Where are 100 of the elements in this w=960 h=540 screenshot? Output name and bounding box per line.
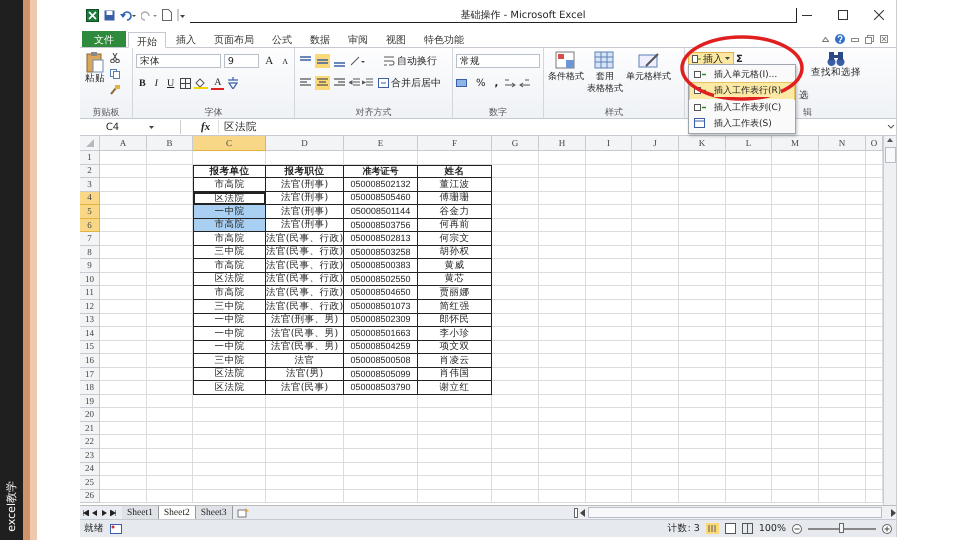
ribbon-tab[interactable]: 页面布局: [206, 31, 262, 47]
split-handle-icon[interactable]: [574, 508, 578, 518]
style-button[interactable]: 条件格式: [547, 51, 585, 106]
row-header[interactable]: 26: [80, 490, 100, 504]
row-header[interactable]: 12: [80, 300, 100, 314]
ribbon-tab[interactable]: 公式: [264, 31, 300, 47]
minimize-window-icon[interactable]: [851, 35, 859, 43]
insert-function-button[interactable]: fx: [201, 121, 210, 133]
row-header[interactable]: 8: [80, 246, 100, 260]
vertical-align-button[interactable]: [315, 54, 330, 68]
row-header[interactable]: 18: [80, 381, 100, 395]
comma-button[interactable]: ,: [492, 76, 502, 90]
restore-window-icon[interactable]: [865, 34, 874, 44]
column-header[interactable]: G: [492, 136, 539, 151]
close-window-icon[interactable]: [880, 35, 888, 43]
fill-color-icon[interactable]: [194, 77, 208, 89]
column-header[interactable]: E: [344, 136, 418, 151]
column-header[interactable]: F: [418, 136, 492, 151]
font-color-button[interactable]: A: [211, 76, 224, 90]
column-header[interactable]: L: [726, 136, 772, 151]
scroll-thumb[interactable]: [884, 147, 896, 163]
row-header[interactable]: 14: [80, 327, 100, 341]
row-header[interactable]: 22: [80, 435, 100, 450]
row-header[interactable]: 16: [80, 354, 100, 368]
copy-icon[interactable]: [110, 69, 122, 79]
style-button[interactable]: 单元格样式: [625, 51, 672, 106]
merge-center-button[interactable]: 合并后居中: [375, 76, 444, 90]
row-header[interactable]: 1: [80, 151, 100, 165]
cut-icon[interactable]: [110, 53, 120, 63]
row-header[interactable]: 6: [80, 218, 100, 232]
row-header[interactable]: 19: [80, 394, 100, 408]
row-header[interactable]: 23: [80, 449, 100, 463]
column-header[interactable]: H: [539, 136, 586, 151]
style-button[interactable]: 套用 表格格式: [586, 51, 624, 106]
sheet-tab[interactable]: Sheet3: [196, 506, 233, 519]
format-painter-icon[interactable]: [110, 85, 120, 95]
new-file-icon[interactable]: [162, 9, 172, 21]
grow-font-button[interactable]: A: [262, 54, 276, 68]
row-header[interactable]: 21: [80, 422, 100, 436]
sheet-nav-icon[interactable]: [110, 510, 116, 516]
name-box[interactable]: C4: [106, 122, 120, 132]
column-header[interactable]: C: [193, 136, 266, 151]
ribbon-tab[interactable]: 特色功能: [416, 31, 472, 47]
zoom-slider-thumb[interactable]: [839, 522, 844, 532]
number-format-field[interactable]: 常规: [456, 54, 540, 68]
row-header[interactable]: 24: [80, 462, 100, 476]
bold-button[interactable]: B: [136, 76, 149, 90]
decrease-decimal-icon[interactable]: [519, 78, 532, 88]
maximize-icon[interactable]: [838, 10, 848, 20]
column-header[interactable]: M: [772, 136, 819, 151]
ribbon-tab[interactable]: 审阅: [340, 31, 376, 47]
column-header[interactable]: O: [866, 136, 883, 151]
scroll-thumb[interactable]: [588, 507, 882, 518]
column-header[interactable]: J: [632, 136, 679, 151]
formula-field[interactable]: 区法院: [218, 120, 644, 134]
borders-icon[interactable]: [180, 78, 192, 88]
file-tab[interactable]: 文件: [82, 31, 126, 47]
collapse-ribbon-icon[interactable]: [822, 36, 829, 42]
page-layout-icon[interactable]: [724, 523, 736, 534]
row-header[interactable]: 11: [80, 286, 100, 300]
row-header[interactable]: 2: [80, 164, 100, 178]
undo-icon[interactable]: [120, 10, 136, 20]
excel-logo-icon[interactable]: [86, 8, 99, 22]
zoom-in-icon[interactable]: [882, 524, 892, 534]
row-header[interactable]: 3: [80, 178, 100, 192]
sheet-tab[interactable]: Sheet1: [122, 506, 159, 519]
row-header[interactable]: 4: [80, 192, 100, 206]
column-header[interactable]: I: [586, 136, 632, 151]
phonetic-guide-icon[interactable]: [227, 77, 240, 89]
row-header[interactable]: 15: [80, 340, 100, 354]
ribbon-tab[interactable]: 视图: [378, 31, 414, 47]
font-size-field[interactable]: 9: [224, 54, 260, 68]
row-header[interactable]: 7: [80, 232, 100, 246]
autosum-button[interactable]: Σ: [733, 52, 759, 67]
save-icon[interactable]: [104, 10, 115, 20]
underline-button[interactable]: U: [164, 76, 178, 90]
percent-button[interactable]: %: [473, 76, 489, 90]
dropdown-icon[interactable]: [149, 126, 154, 128]
column-header[interactable]: B: [147, 136, 193, 151]
ribbon-tab[interactable]: 数据: [302, 31, 338, 47]
column-header[interactable]: K: [679, 136, 726, 151]
zoom-out-icon[interactable]: [792, 524, 802, 534]
sheet-tab[interactable]: Sheet2: [158, 506, 196, 519]
font-name-field[interactable]: 宋体: [136, 54, 221, 68]
new-sheet-icon[interactable]: [236, 508, 249, 518]
shrink-font-button[interactable]: A: [279, 54, 291, 68]
increase-decimal-icon[interactable]: [504, 78, 516, 88]
find-select-button[interactable]: 查找和选择: [809, 51, 863, 106]
row-header[interactable]: 5: [80, 205, 100, 219]
help-icon[interactable]: [835, 34, 845, 44]
scroll-left-icon[interactable]: [580, 508, 586, 516]
row-header[interactable]: 20: [80, 408, 100, 422]
row-header[interactable]: 9: [80, 259, 100, 273]
row-header[interactable]: 17: [80, 368, 100, 382]
row-header[interactable]: 13: [80, 314, 100, 328]
horizontal-align-button[interactable]: [315, 76, 330, 90]
normal-view-icon[interactable]: [706, 523, 719, 534]
text-orientation-icon[interactable]: [349, 55, 365, 67]
decrease-indent-icon[interactable]: [349, 78, 360, 88]
row-header[interactable]: 10: [80, 272, 100, 286]
